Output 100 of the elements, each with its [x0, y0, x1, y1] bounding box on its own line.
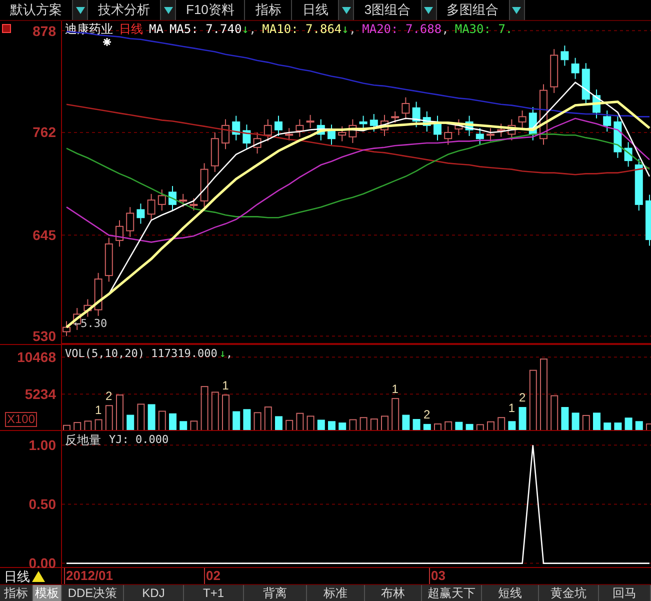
- candlestick: [94, 272, 102, 316]
- volume-bar: [275, 416, 282, 430]
- candlestick: [582, 62, 590, 106]
- volume-bar: [360, 417, 368, 430]
- separator-text: ,: [348, 22, 356, 36]
- volume-bar: [572, 412, 580, 430]
- volume-bar: [540, 358, 548, 430]
- candlestick: [614, 115, 622, 158]
- volume-bar: [593, 412, 600, 430]
- legend-text: MA20: 7.688: [362, 22, 442, 36]
- candlestick: [210, 132, 219, 172]
- caret-icon: [342, 6, 351, 14]
- volume-bar: [126, 414, 134, 430]
- date-label: 03: [429, 568, 446, 584]
- candlestick: [104, 237, 113, 282]
- dropdown-button[interactable]: [422, 0, 437, 20]
- volume-bar: [317, 420, 325, 430]
- volume-bar: [624, 418, 632, 430]
- volume-bar: [370, 418, 378, 430]
- candlestick: [264, 118, 272, 142]
- dropdown-button[interactable]: [161, 0, 176, 20]
- dropdown-button[interactable]: [510, 0, 525, 20]
- volume-bar: [148, 404, 156, 430]
- separator-text: ,: [442, 22, 449, 36]
- volume-bar: [381, 416, 388, 430]
- candlestick: [550, 48, 558, 94]
- candlestick: [486, 128, 494, 142]
- indicator-reading: YJ: 0.000: [109, 433, 169, 447]
- axis-label: 0.50: [28, 496, 56, 512]
- candlestick: [147, 193, 156, 221]
- volume-bar: [614, 422, 622, 430]
- volume-bar: [286, 420, 294, 430]
- candlestick: [200, 162, 208, 208]
- candlestick: [285, 128, 294, 141]
- candlestick: [232, 115, 240, 141]
- volume-bar: [604, 422, 612, 430]
- caret-icon: [512, 6, 522, 14]
- caret-icon: [424, 6, 434, 14]
- annotation-label: 1: [222, 378, 229, 392]
- candlestick: [476, 128, 484, 146]
- candlestick: [126, 206, 134, 238]
- volume-bar: [529, 370, 537, 430]
- candlestick: [136, 203, 145, 224]
- candlestick: [592, 88, 600, 119]
- candlestick: [391, 110, 400, 124]
- volume-bar: [476, 424, 484, 430]
- arrow-text: ↓: [219, 347, 226, 360]
- period-label: 日线: [4, 568, 30, 584]
- candlestick: [348, 118, 357, 144]
- volume-bar: [211, 392, 219, 430]
- volume-bar: [200, 386, 208, 430]
- volume-bar: [137, 404, 145, 430]
- candlestick: [359, 115, 368, 130]
- volume-bar: [296, 412, 304, 430]
- volume-bar: [518, 407, 526, 430]
- annotation-label: 1: [392, 382, 398, 396]
- caret-icon: [76, 6, 84, 14]
- candlestick: [274, 115, 282, 136]
- candlestick: [497, 123, 506, 138]
- star-icon: [103, 38, 111, 46]
- candlestick: [168, 186, 176, 212]
- candlestick: [518, 110, 526, 129]
- volume-bar: [423, 424, 431, 430]
- axis-label: 762: [32, 124, 56, 140]
- axis-label: 645: [32, 227, 56, 244]
- candlestick: [434, 115, 442, 141]
- volume-bar: [84, 420, 92, 430]
- candlestick: [253, 132, 262, 154]
- dropdown-button[interactable]: [73, 0, 88, 20]
- candlestick: [571, 57, 580, 80]
- candlestick: [412, 101, 420, 128]
- marker-icon: [2, 24, 11, 33]
- annotation-label: 1: [94, 403, 102, 418]
- candlestick: [316, 118, 325, 141]
- axis-label: 1.00: [28, 437, 56, 454]
- volume-bar: [349, 419, 357, 430]
- arrow-text: ↓: [342, 22, 349, 36]
- annotation-label: 1: [508, 400, 516, 415]
- volume-bar: [74, 422, 82, 430]
- volume-bar: [222, 394, 230, 430]
- caret-icon: [164, 6, 172, 14]
- candlestick: [422, 110, 431, 132]
- axis-title: X100: [5, 412, 38, 427]
- volume-bar: [635, 421, 643, 430]
- candlestick: [190, 198, 198, 212]
- date-label: 2012/01: [64, 568, 113, 584]
- volume-bar: [63, 424, 70, 430]
- volume-bar: [264, 406, 272, 430]
- triangle-icon: [32, 570, 45, 582]
- volume-bar: [232, 411, 240, 430]
- dropdown-button[interactable]: [339, 0, 354, 20]
- candlestick: [328, 124, 336, 146]
- volume-bar: [190, 420, 198, 430]
- volume-bar: [498, 417, 506, 430]
- candlestick: [242, 124, 251, 150]
- candlestick: [465, 115, 474, 136]
- volume-bar: [306, 416, 314, 430]
- axis-label: 5234: [24, 386, 56, 402]
- volume-bar: [455, 422, 463, 430]
- annotation-label: 2: [106, 388, 112, 403]
